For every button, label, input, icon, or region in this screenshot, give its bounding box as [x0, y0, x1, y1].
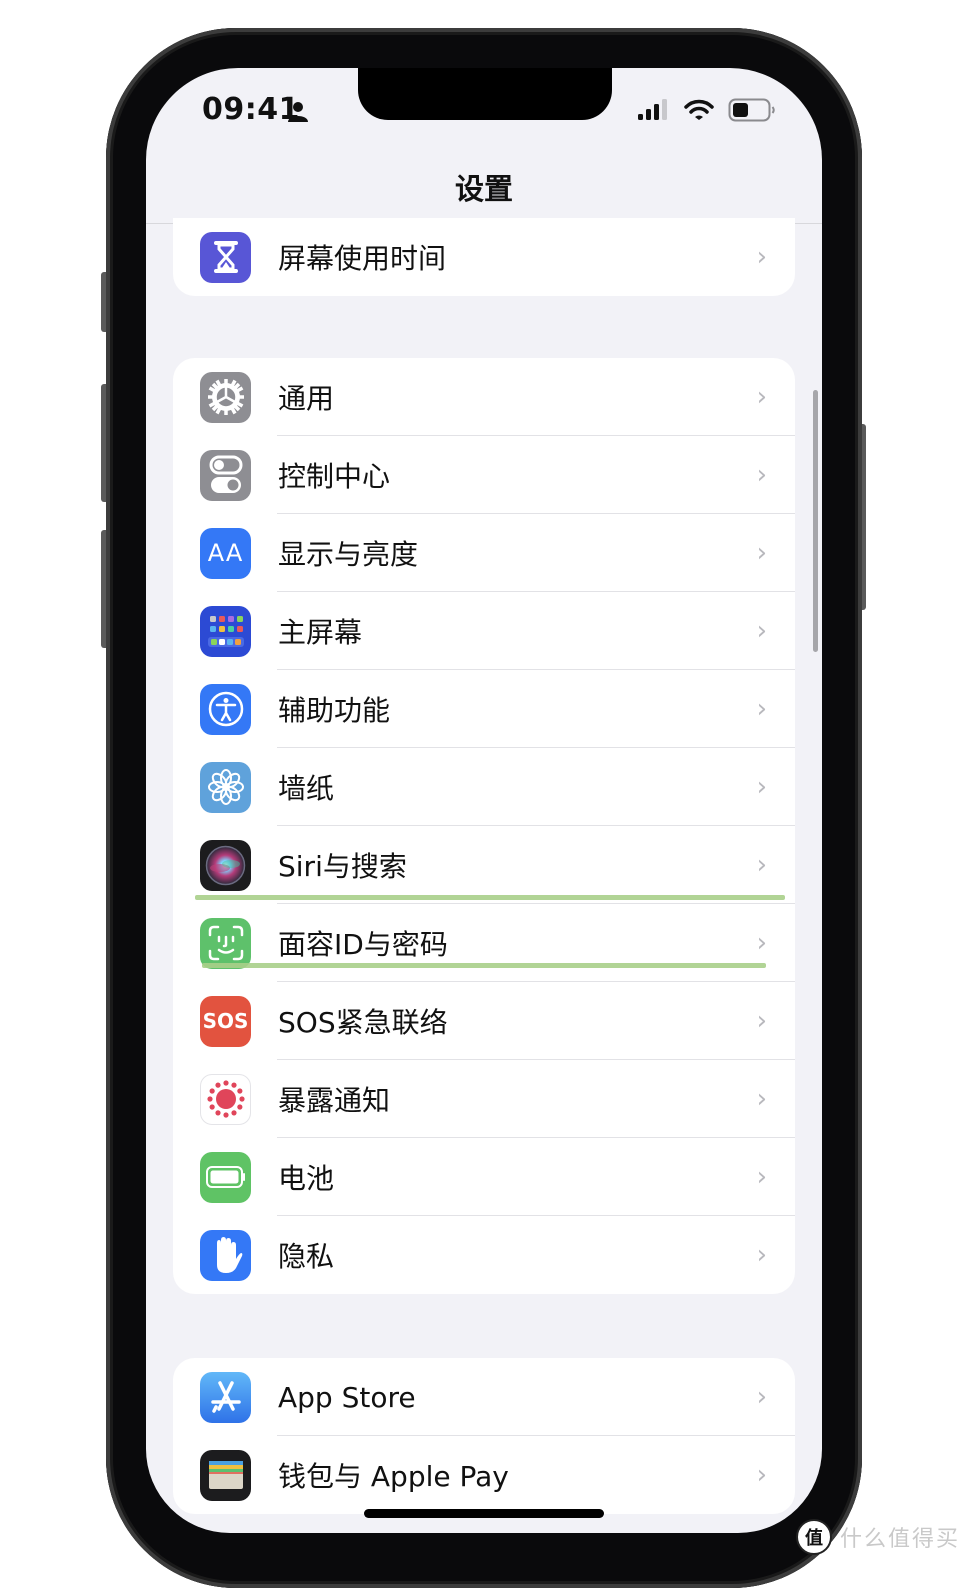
highlight-underline-face-id	[202, 963, 766, 968]
chevron-right-icon: ›	[756, 1084, 767, 1114]
settings-row-exposure-notifications[interactable]: 暴露通知 ›	[173, 1060, 795, 1138]
exposure-dot	[209, 1088, 215, 1094]
settings-row-wallet[interactable]: 钱包与 Apple Pay ›	[173, 1436, 795, 1514]
settings-group-store: App Store › 钱包与 Apple Pay ›	[173, 1358, 795, 1514]
row-label: 屏幕使用时间	[278, 242, 447, 275]
signal-bar	[638, 114, 643, 120]
chevron-right-icon: ›	[756, 928, 767, 958]
settings-row-siri[interactable]: Siri与搜索 ›	[173, 826, 795, 904]
chevron-right-icon: ›	[756, 1382, 767, 1412]
hourglass-icon	[200, 231, 251, 283]
row-label: 钱包与 Apple Pay	[278, 1460, 509, 1493]
row-label: 辅助功能	[278, 694, 391, 727]
exposure-dot	[238, 1096, 245, 1102]
face-id-icon	[200, 917, 251, 969]
exposure-icon	[200, 1073, 251, 1125]
page-title: 设置	[454, 172, 513, 206]
watermark-text: 什么值得买	[840, 1527, 961, 1552]
settings-row-home-screen[interactable]: 主屏幕 ›	[173, 592, 795, 670]
exposure-dot	[230, 1110, 237, 1116]
settings-row-app-store[interactable]: App Store ›	[173, 1358, 795, 1436]
chevron-right-icon: ›	[756, 1162, 767, 1192]
battery-icon	[200, 1151, 251, 1203]
wifi-icon	[684, 99, 714, 120]
sos-icon: SOS	[200, 995, 251, 1047]
exposure-dot	[222, 1080, 229, 1086]
signal-bar	[654, 104, 659, 120]
row-label: 显示与亮度	[278, 538, 419, 571]
exposure-dot	[214, 1082, 221, 1088]
settings-row-accessibility[interactable]: 辅助功能 ›	[173, 670, 795, 748]
toggles-icon	[200, 449, 251, 501]
exposure-dot	[206, 1096, 213, 1102]
exposure-dot	[230, 1082, 237, 1088]
chevron-right-icon: ›	[756, 538, 767, 568]
row-label: App Store	[278, 1380, 416, 1414]
chevron-right-icon: ›	[756, 1006, 767, 1036]
row-label: 暴露通知	[278, 1084, 391, 1117]
accessibility-icon	[200, 683, 251, 735]
settings-row-control-center[interactable]: 控制中心 ›	[173, 436, 795, 514]
highlight-underline-siri	[195, 895, 785, 900]
row-label: SOS紧急联络	[278, 1006, 448, 1039]
status-indicators	[636, 98, 776, 122]
icon-glyph: SOS	[202, 1009, 249, 1033]
notch	[358, 68, 612, 120]
home-indicator[interactable]	[364, 1509, 604, 1518]
settings-row-screen-time[interactable]: 屏幕使用时间 ›	[173, 218, 795, 296]
settings-row-wallpaper[interactable]: 墙纸 ›	[173, 748, 795, 826]
row-label: 控制中心	[278, 460, 391, 493]
settings-row-general[interactable]: 通用 ›	[173, 358, 795, 436]
signal-bar	[662, 99, 667, 120]
row-label: 隐私	[278, 1240, 335, 1273]
chevron-right-icon: ›	[756, 382, 767, 412]
settings-group-system: 通用 › 控制中心 › AA 显示与亮度 › 主屏幕 › 辅助功能 › 墙纸 ›…	[173, 358, 795, 1294]
row-label: 通用	[278, 382, 335, 415]
row-label: 主屏幕	[278, 616, 363, 649]
text-size-icon: AA	[200, 527, 251, 579]
exposure-dot	[236, 1104, 242, 1110]
chevron-right-icon: ›	[756, 850, 767, 880]
chevron-right-icon: ›	[756, 694, 767, 724]
siri-icon	[200, 839, 251, 891]
chevron-right-icon: ›	[756, 460, 767, 490]
settings-row-emergency-sos[interactable]: SOS SOS紧急联络 ›	[173, 982, 795, 1060]
scrollbar[interactable]	[813, 390, 818, 652]
signal-bar	[646, 109, 651, 120]
exposure-dot	[222, 1112, 229, 1118]
watermark-logo: 值	[796, 1519, 832, 1555]
app-store-icon	[200, 1371, 251, 1423]
hand-icon	[200, 1229, 251, 1281]
row-label: 墙纸	[278, 772, 335, 805]
row-label: 电池	[278, 1162, 335, 1195]
settings-row-privacy[interactable]: 隐私 ›	[173, 1216, 795, 1294]
battery-status-icon	[728, 98, 775, 122]
settings-group-screen-time: 屏幕使用时间 ›	[173, 218, 795, 296]
chevron-right-icon: ›	[756, 1460, 767, 1490]
exposure-dot	[236, 1088, 242, 1094]
row-label: Siri与搜索	[278, 850, 407, 883]
flower-icon	[200, 761, 251, 813]
exposure-dot	[214, 1110, 221, 1116]
exposure-dot	[209, 1104, 215, 1110]
wallet-icon	[200, 1449, 251, 1501]
settings-row-display[interactable]: AA 显示与亮度 ›	[173, 514, 795, 592]
home-grid-icon	[200, 605, 251, 657]
row-label: 面容ID与密码	[278, 928, 448, 961]
chevron-right-icon: ›	[756, 616, 767, 646]
icon-glyph: AA	[207, 539, 244, 567]
settings-row-battery[interactable]: 电池 ›	[173, 1138, 795, 1216]
cellular-signal-icon	[638, 99, 667, 120]
chevron-right-icon: ›	[756, 242, 767, 272]
settings-row-face-id[interactable]: 面容ID与密码 ›	[173, 904, 795, 982]
chevron-right-icon: ›	[756, 1240, 767, 1270]
chevron-right-icon: ›	[756, 772, 767, 802]
person-icon	[288, 102, 308, 122]
settings-screen: 09:41 设置 屏幕使用时间 › 通用 › 控制中心 › AA 显示与亮度 ›…	[146, 68, 822, 1533]
status-time: 09:41	[202, 92, 300, 127]
gear-icon	[200, 371, 251, 423]
watermark: 值 什么值得买	[796, 1519, 960, 1555]
